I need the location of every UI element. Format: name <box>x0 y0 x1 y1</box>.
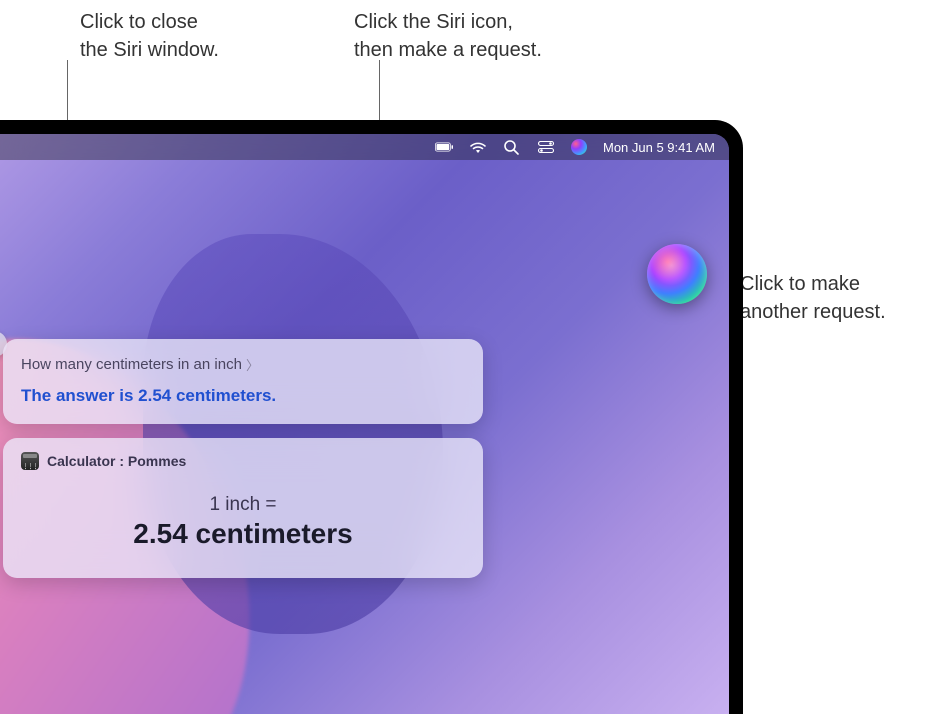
siri-orb-button[interactable] <box>647 244 707 304</box>
siri-answer-text: The answer is 2.54 centimeters. <box>21 386 465 406</box>
card-header-text: Calculator : Pommes <box>47 453 186 469</box>
screen-bezel: Mon Jun 5 9:41 AM How many centimeters i… <box>0 120 743 714</box>
device-frame: Mon Jun 5 9:41 AM How many centimeters i… <box>0 120 928 714</box>
result-block: 1 inch = 2.54 centimeters <box>21 494 465 550</box>
siri-menubar-icon[interactable] <box>571 139 587 155</box>
siri-result-card: How many centimeters in an inch 〉 The an… <box>3 339 483 424</box>
siri-query-text: How many centimeters in an inch <box>21 356 242 373</box>
wifi-icon[interactable] <box>469 139 487 155</box>
chevron-right-icon: 〉 <box>246 355 259 374</box>
callout-close-label: Click to closethe Siri window. <box>80 8 219 64</box>
siri-query-row[interactable]: How many centimeters in an inch 〉 <box>21 355 465 374</box>
callout-siri-label: Click the Siri icon,then make a request. <box>354 8 542 64</box>
screen: Mon Jun 5 9:41 AM How many centimeters i… <box>0 134 729 714</box>
menu-bar: Mon Jun 5 9:41 AM <box>0 134 729 160</box>
siri-calculator-card: Calculator : Pommes 1 inch = 2.54 centim… <box>3 438 483 578</box>
control-center-icon[interactable] <box>537 139 555 155</box>
spotlight-icon[interactable] <box>503 139 521 155</box>
conversion-input: 1 inch = <box>21 494 465 516</box>
conversion-output: 2.54 centimeters <box>21 518 465 550</box>
card-header: Calculator : Pommes <box>21 452 465 470</box>
menubar-datetime[interactable]: Mon Jun 5 9:41 AM <box>603 140 715 155</box>
battery-icon[interactable] <box>435 139 453 155</box>
calculator-icon <box>21 452 39 470</box>
